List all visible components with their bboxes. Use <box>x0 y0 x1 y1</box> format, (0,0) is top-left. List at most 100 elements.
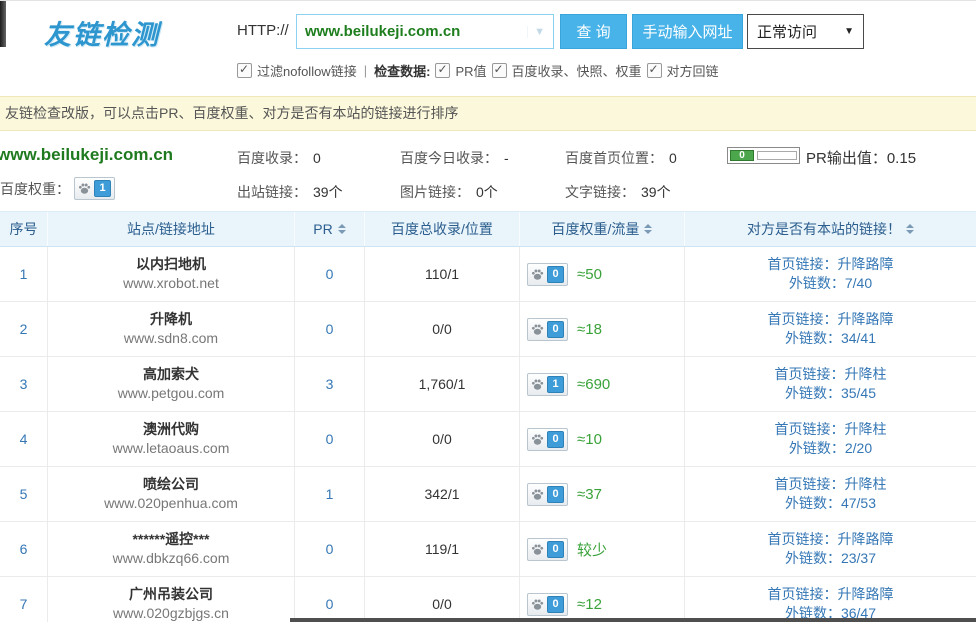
pr-value: 0 <box>295 522 365 576</box>
table-row: 3 高加索犬 www.petgou.com 3 1,760/1 1 ≈690 <box>0 357 976 412</box>
pr-value: 1 <box>295 467 365 521</box>
pr-output-label: PR输出值：0.15 <box>806 147 916 168</box>
paw-icon <box>531 488 544 501</box>
out-links-text[interactable]: 外链数：34/41 <box>785 329 876 348</box>
url-input-wrap: ▼ <box>296 14 554 49</box>
home-link-text[interactable]: 首页链接：升降路障 <box>768 585 894 604</box>
baidu-index-value: 0/0 <box>365 412 520 466</box>
weight-traffic-cell: 0 ≈50 <box>520 247 685 301</box>
home-link-text[interactable]: 首页链接：升降柱 <box>775 475 887 494</box>
col-header-baidu-index: 百度总收录/位置 <box>365 212 520 246</box>
stat-outbound-links: 出站链接：39个 <box>237 182 343 202</box>
site-cell: 澳洲代购 www.letaoaus.com <box>48 412 295 466</box>
backlink-cell: 首页链接：升降路障 外链数：23/37 <box>685 522 976 576</box>
access-mode-select[interactable]: 正常访问 ▼ <box>747 14 864 49</box>
out-links-text[interactable]: 外链数：35/45 <box>785 384 876 403</box>
row-index: 3 <box>0 357 48 411</box>
access-mode-value: 正常访问 <box>757 21 817 42</box>
check-data-options: PR值 百度收录、快照、权重 对方回链 <box>435 61 718 80</box>
table-row: 4 澳洲代购 www.letaoaus.com 0 0/0 0 ≈10 <box>0 412 976 467</box>
home-link-text[interactable]: 首页链接：升降路障 <box>768 255 894 274</box>
out-links-text[interactable]: 外链数：7/40 <box>789 274 872 293</box>
weight-value: 1 <box>547 376 564 393</box>
paw-icon <box>78 182 91 195</box>
stat-image-links: 图片链接：0个 <box>400 182 498 202</box>
paw-icon <box>531 598 544 611</box>
pr-output-bar: 0 <box>727 147 800 164</box>
weight-badge: 0 <box>527 483 568 506</box>
paw-icon <box>531 433 544 446</box>
filter-nofollow-label: 过滤nofollow链接 <box>257 61 357 80</box>
site-cell: 以内扫地机 www.xrobot.net <box>48 247 295 301</box>
check-option-checkbox[interactable] <box>647 63 662 78</box>
col-header-site: 站点/链接地址 <box>48 212 295 246</box>
site-url[interactable]: www.petgou.com <box>118 384 225 403</box>
home-link-text[interactable]: 首页链接：升降路障 <box>768 530 894 549</box>
pr-bar-value: 0 <box>730 150 754 161</box>
filter-nofollow-checkbox[interactable] <box>237 63 252 78</box>
check-option-checkbox[interactable] <box>492 63 507 78</box>
stat-baidu-today: 百度今日收录：- <box>400 148 509 168</box>
url-input[interactable] <box>297 23 527 40</box>
col-header-pr[interactable]: PR <box>295 212 365 246</box>
pr-value: 0 <box>295 577 365 622</box>
out-links-text[interactable]: 外链数：47/53 <box>785 494 876 513</box>
traffic-estimate: ≈18 <box>577 321 602 338</box>
table-body: 1 以内扫地机 www.xrobot.net 0 110/1 0 ≈50 <box>0 247 976 622</box>
check-option: PR值 <box>435 61 486 80</box>
site-url[interactable]: www.xrobot.net <box>123 274 219 293</box>
sort-icon[interactable] <box>644 224 652 234</box>
manual-input-button[interactable]: 手动输入网址 <box>632 14 743 49</box>
site-cell: ******遥控*** www.dbkzq66.com <box>48 522 295 576</box>
baidu-weight-badge: 1 <box>74 177 115 200</box>
out-links-text[interactable]: 外链数：23/37 <box>785 549 876 568</box>
traffic-estimate: ≈37 <box>577 486 602 503</box>
backlink-cell: 首页链接：升降柱 外链数：35/45 <box>685 357 976 411</box>
col-header-weight-traffic[interactable]: 百度权重/流量 <box>520 212 685 246</box>
home-link-text[interactable]: 首页链接：升降柱 <box>775 420 887 439</box>
site-url[interactable]: www.sdn8.com <box>124 329 218 348</box>
table-row: 5 喷绘公司 www.020penhua.com 1 342/1 0 ≈37 <box>0 467 976 522</box>
sort-icon[interactable] <box>906 224 914 234</box>
backlink-cell: 首页链接：升降路障 外链数：34/41 <box>685 302 976 356</box>
weight-badge: 0 <box>527 538 568 561</box>
weight-value: 0 <box>547 266 564 283</box>
site-cell: 喷绘公司 www.020penhua.com <box>48 467 295 521</box>
site-name: 澳洲代购 <box>143 420 199 439</box>
site-url[interactable]: www.dbkzq66.com <box>113 549 230 568</box>
col-header-backlink[interactable]: 对方是否有本站的链接！ <box>685 212 976 246</box>
site-url[interactable]: www.020penhua.com <box>104 494 238 513</box>
baidu-index-value: 0/0 <box>365 302 520 356</box>
check-option-checkbox[interactable] <box>435 63 450 78</box>
weight-badge: 0 <box>527 263 568 286</box>
home-link-text[interactable]: 首页链接：升降柱 <box>775 365 887 384</box>
traffic-estimate: ≈690 <box>577 376 610 393</box>
weight-traffic-cell: 0 较少 <box>520 522 685 576</box>
check-option-label: 百度收录、快照、权重 <box>512 61 642 80</box>
notice-bar: 友链检查改版，可以点击PR、百度权重、对方是否有本站的链接进行排序 <box>0 96 976 131</box>
row-index: 6 <box>0 522 48 576</box>
paw-icon <box>531 378 544 391</box>
weight-traffic-cell: 0 ≈10 <box>520 412 685 466</box>
site-url[interactable]: www.020gzbjgs.cn <box>113 604 229 622</box>
links-table: 序号 站点/链接地址 PR 百度总收录/位置 百度权重/流量 对方是否有本站的链… <box>0 211 976 622</box>
check-option-label: 对方回链 <box>667 61 719 80</box>
check-data-label: 检查数据: <box>374 61 430 80</box>
weight-value: 0 <box>547 596 564 613</box>
pr-value: 3 <box>295 357 365 411</box>
out-links-text[interactable]: 外链数：2/20 <box>789 439 872 458</box>
backlink-cell: 首页链接：升降柱 外链数：2/20 <box>685 412 976 466</box>
row-index: 7 <box>0 577 48 622</box>
site-summary: www.beilukeji.com.cn 百度权重： 1 百度收录：0 百度今日… <box>0 137 976 211</box>
traffic-estimate: ≈10 <box>577 431 602 448</box>
traffic-estimate: ≈12 <box>577 596 602 613</box>
site-name: 以内扫地机 <box>136 255 206 274</box>
site-url[interactable]: www.letaoaus.com <box>113 439 230 458</box>
protocol-label: HTTP:// <box>237 22 289 39</box>
site-cell: 广州吊装公司 www.020gzbjgs.cn <box>48 577 295 622</box>
sort-icon[interactable] <box>338 224 346 234</box>
row-index: 4 <box>0 412 48 466</box>
url-history-dropdown-icon[interactable]: ▼ <box>527 26 553 38</box>
query-button[interactable]: 查 询 <box>560 14 627 49</box>
home-link-text[interactable]: 首页链接：升降路障 <box>768 310 894 329</box>
